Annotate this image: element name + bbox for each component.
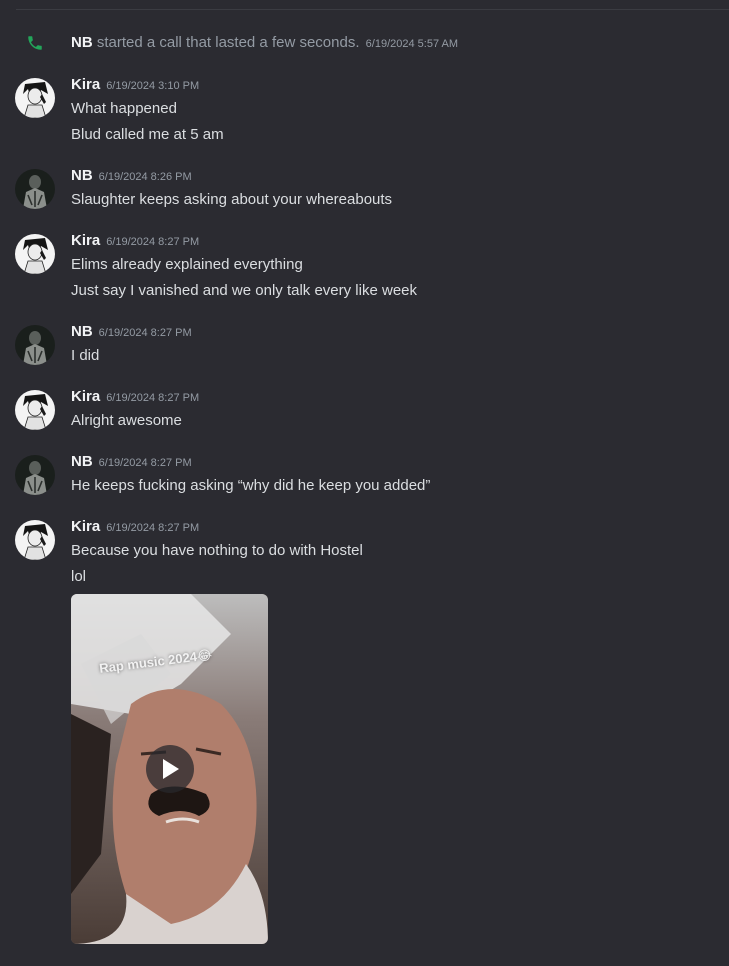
call-timestamp: 6/19/2024 5:57 AM xyxy=(365,38,459,50)
message-author[interactable]: NB xyxy=(71,167,93,184)
message-text: lol xyxy=(71,568,87,585)
message-header: NB 6/19/2024 8:26 PM xyxy=(71,167,192,187)
call-author[interactable]: NB xyxy=(71,34,93,51)
message-author[interactable]: Kira xyxy=(71,388,100,405)
avatar-nb[interactable] xyxy=(15,455,55,495)
message-group: NB 6/19/2024 8:27 PM I did xyxy=(0,323,729,367)
avatar-nb[interactable] xyxy=(15,325,55,365)
message-group: Kira 6/19/2024 3:10 PM What happened Blud… xyxy=(0,76,729,146)
message-text: He keeps fucking asking “why did he keep… xyxy=(71,477,431,494)
system-call-text: NB started a call that lasted a few seco… xyxy=(71,34,458,51)
play-icon xyxy=(163,759,179,779)
message-group: Kira 6/19/2024 8:27 PM Elims already expl… xyxy=(0,232,729,302)
message-author[interactable]: NB xyxy=(71,323,93,340)
message-text: What happened xyxy=(71,100,177,117)
message-text: Just say I vanished and we only talk eve… xyxy=(71,282,418,299)
message-timestamp: 6/19/2024 8:27 PM xyxy=(106,392,200,404)
message-timestamp: 6/19/2024 3:10 PM xyxy=(106,80,200,92)
message-header: NB 6/19/2024 8:27 PM xyxy=(71,453,192,473)
play-button[interactable] xyxy=(146,745,194,793)
message-text: Slaughter keeps asking about your wherea… xyxy=(71,191,393,208)
message-text: Elims already explained everything xyxy=(71,256,303,273)
system-call-message: NB started a call that lasted a few seco… xyxy=(0,30,729,56)
message-header: Kira 6/19/2024 3:10 PM xyxy=(71,76,199,96)
message-header: Kira 6/19/2024 8:27 PM xyxy=(71,232,199,252)
message-text: Alright awesome xyxy=(71,412,182,429)
message-text: Blud called me at 5 am xyxy=(71,126,224,143)
message-author[interactable]: Kira xyxy=(71,518,100,535)
message-timestamp: 6/19/2024 8:27 PM xyxy=(98,327,192,339)
phone-icon xyxy=(26,34,44,52)
avatar-kira[interactable] xyxy=(15,234,55,274)
message-author[interactable]: Kira xyxy=(71,232,100,249)
message-timestamp: 6/19/2024 8:27 PM xyxy=(106,522,200,534)
message-group: Kira 6/19/2024 8:27 PM Because you have n… xyxy=(0,518,729,588)
video-attachment[interactable]: Rap music 2024😂 xyxy=(71,594,268,944)
avatar-kira[interactable] xyxy=(15,78,55,118)
message-group: NB 6/19/2024 8:26 PM Slaughter keeps aski… xyxy=(0,167,729,211)
divider xyxy=(16,9,729,10)
call-description: started a call that lasted a few seconds… xyxy=(96,34,360,51)
message-header: Kira 6/19/2024 8:27 PM xyxy=(71,388,199,408)
message-group: NB 6/19/2024 8:27 PM He keeps fucking ask… xyxy=(0,453,729,497)
message-header: NB 6/19/2024 8:27 PM xyxy=(71,323,192,343)
avatar-kira[interactable] xyxy=(15,390,55,430)
avatar-kira[interactable] xyxy=(15,520,55,560)
message-timestamp: 6/19/2024 8:26 PM xyxy=(98,171,192,183)
message-text: I did xyxy=(71,347,100,364)
message-header: Kira 6/19/2024 8:27 PM xyxy=(71,518,199,538)
message-group: Kira 6/19/2024 8:27 PM Alright awesome xyxy=(0,388,729,432)
message-author[interactable]: NB xyxy=(71,453,93,470)
chat-messages: NB started a call that lasted a few seco… xyxy=(0,0,729,966)
message-author[interactable]: Kira xyxy=(71,76,100,93)
avatar-nb[interactable] xyxy=(15,169,55,209)
message-timestamp: 6/19/2024 8:27 PM xyxy=(106,236,200,248)
message-text: Because you have nothing to do with Host… xyxy=(71,542,363,559)
message-timestamp: 6/19/2024 8:27 PM xyxy=(98,457,192,469)
